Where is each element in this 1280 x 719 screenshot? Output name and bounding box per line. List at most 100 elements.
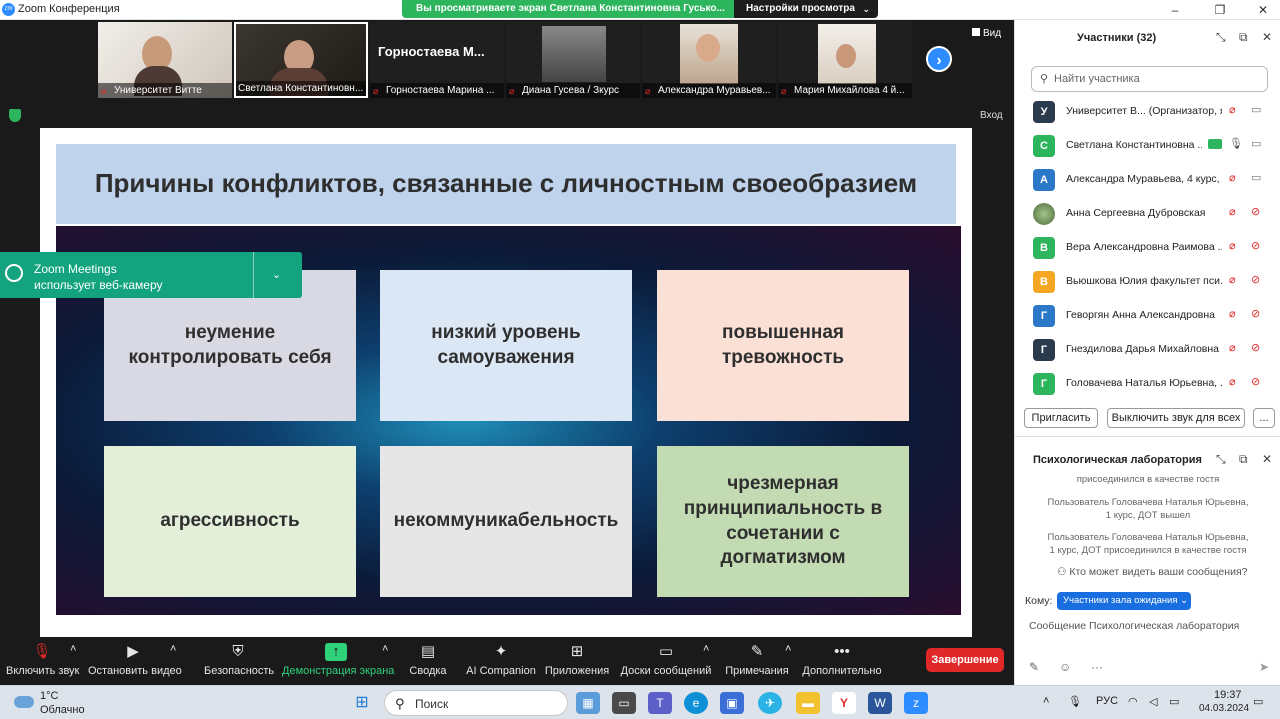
chevron-up-icon[interactable]: ˄	[703, 643, 709, 655]
file-explorer-icon[interactable]: ▬	[796, 692, 820, 714]
encryption-shield-icon[interactable]	[9, 109, 21, 122]
view-button[interactable]: Вид	[972, 28, 1001, 39]
next-page-arrow-icon[interactable]: ›	[926, 46, 952, 72]
video-tile[interactable]: Университет Витте ⌀	[98, 22, 232, 98]
view-settings-dropdown[interactable]: Настройки просмотра ⌄	[734, 0, 878, 18]
word-icon[interactable]: W	[868, 692, 892, 714]
participant-row[interactable]: У Университет В... (Организатор, я) ⌀ ▭	[1015, 94, 1280, 128]
video-off-icon[interactable]: ⊘	[1251, 375, 1260, 388]
security-button[interactable]: ⛨ Безопасность	[204, 643, 274, 677]
mic-muted-icon: ⌀	[509, 86, 515, 96]
webcam-notification[interactable]: Zoom Meetings использует веб-камеру ⌄	[0, 252, 302, 298]
mic-muted-icon[interactable]: ⌀	[1229, 273, 1236, 286]
clock-date[interactable]: 04.03.2024	[1199, 703, 1249, 714]
stop-video-button[interactable]: ▶ Остановить видео	[88, 643, 182, 677]
format-icon[interactable]: ✎	[1029, 660, 1039, 674]
ai-companion-button[interactable]: ✦ AI Companion	[466, 643, 536, 677]
wifi-icon[interactable]: ◠	[1128, 695, 1138, 708]
edge-browser-icon[interactable]: e	[684, 692, 708, 714]
widgets-app-icon[interactable]: ▦	[576, 692, 600, 714]
clock-time[interactable]: 19:37	[1214, 689, 1242, 701]
volume-icon[interactable]: ◁	[1149, 695, 1157, 708]
video-tile[interactable]: Диана Гусева / Зкурс ⌀	[506, 22, 640, 98]
participant-row[interactable]: В Вьюшкова Юлия факультет пси... ⌀ ⊘	[1015, 264, 1280, 298]
video-tile-active-speaker[interactable]: Светлана Константиновн...	[234, 22, 368, 98]
summary-button[interactable]: ▤ Сводка	[408, 643, 448, 677]
teams-icon[interactable]: T	[648, 692, 672, 714]
mic-muted-icon[interactable]: ⌀	[1229, 341, 1236, 354]
mic-muted-icon[interactable]: ⌀	[1229, 239, 1236, 252]
who-can-see-link[interactable]: ⚇ Кто может видеть ваши сообщения?	[1057, 566, 1247, 578]
notification-divider	[253, 252, 254, 298]
chevron-up-icon[interactable]: ˄	[1043, 695, 1049, 707]
video-tile[interactable]: Александра Муравьев... ⌀	[642, 22, 776, 98]
participant-row[interactable]: Г Геворгян Анна Александровна ⌀ ⊘	[1015, 298, 1280, 332]
enter-button[interactable]: Вход	[980, 110, 1003, 121]
restore-icon[interactable]: ❐	[1210, 2, 1230, 18]
chevron-down-icon[interactable]: ⌄	[272, 268, 281, 281]
end-meeting-button[interactable]: Завершение	[926, 648, 1004, 672]
participant-row[interactable]: В Вера Александровна Раимова ... ⌀ ⊘	[1015, 230, 1280, 264]
taskbar-search-box[interactable]: ⚲ Поиск	[384, 690, 568, 716]
unmute-button[interactable]: 🎙 Включить звук	[6, 643, 79, 677]
mic-muted-icon[interactable]: ⌀	[1229, 103, 1236, 116]
video-off-icon[interactable]: ⊘	[1251, 341, 1260, 354]
more-icon[interactable]: ···	[1091, 660, 1103, 674]
video-off-icon[interactable]: ⊘	[1251, 239, 1260, 252]
mic-muted-icon[interactable]: ⌀	[1229, 375, 1236, 388]
chevron-up-icon[interactable]: ˄	[382, 643, 388, 655]
video-tile[interactable]: Мария Михайлова 4 й... ⌀	[778, 22, 912, 98]
chevron-up-icon[interactable]: ˄	[785, 643, 791, 655]
popout-icon[interactable]: ⧉	[1239, 30, 1248, 45]
participant-row[interactable]: А Александра Муравьева, 4 курс, ... ⌀ ▭	[1015, 162, 1280, 196]
minimize-icon[interactable]: –	[1165, 2, 1185, 18]
mute-all-button[interactable]: Выключить звук для всех	[1107, 408, 1245, 428]
task-view-icon[interactable]: ▭	[612, 692, 636, 714]
participant-row[interactable]: С Светлана Константиновна ... 🎙 ▭	[1015, 128, 1280, 162]
video-off-icon[interactable]: ⊘	[1251, 273, 1260, 286]
video-off-icon[interactable]: ⊘	[1251, 205, 1260, 218]
notes-button[interactable]: ✎ Примечания	[724, 643, 790, 677]
participant-row[interactable]: Г Гнездилова Дарья Михайловна ⌀ ⊘	[1015, 332, 1280, 366]
send-icon[interactable]: ➤	[1259, 660, 1269, 674]
more-button[interactable]: ••• Дополнительно	[802, 643, 882, 677]
tile-name: Горностаева Марина ...	[370, 83, 504, 98]
close-icon[interactable]: ✕	[1262, 30, 1272, 44]
chat-message-input[interactable]: Сообщение Психологическая лаборатория	[1029, 620, 1239, 632]
zoom-app-icon[interactable]: z	[904, 692, 928, 714]
share-screen-button[interactable]: ↑ Демонстрация экрана	[282, 643, 394, 677]
yandex-browser-icon[interactable]: Y	[832, 692, 856, 714]
close-icon[interactable]: ✕	[1262, 452, 1272, 466]
collapse-icon[interactable]: ⤡	[1216, 452, 1226, 467]
participant-row[interactable]: Г Головачева Наталья Юрьевна, ... ⌀ ⊘	[1015, 366, 1280, 400]
invite-button[interactable]: Пригласить	[1024, 408, 1098, 428]
collapse-icon[interactable]: ⤡	[1216, 30, 1226, 45]
video-icon[interactable]: ▭	[1251, 137, 1261, 150]
close-window-icon[interactable]: ✕	[1253, 2, 1273, 18]
apps-button[interactable]: ⊞ Приложения	[544, 643, 610, 677]
participant-row[interactable]: Анна Сергеевна Дубровская ⌀ ⊘	[1015, 196, 1280, 230]
video-icon[interactable]: ▭	[1251, 171, 1261, 184]
video-off-icon[interactable]: ⊘	[1251, 307, 1260, 320]
telegram-icon[interactable]: ✈	[758, 692, 782, 714]
windows-start-icon[interactable]: ⊞	[350, 692, 374, 714]
language-indicator[interactable]: РУС	[1096, 695, 1118, 707]
participant-search-field[interactable]: ⚲ Найти участника	[1031, 66, 1268, 92]
video-icon[interactable]: ▭	[1251, 103, 1261, 116]
emoji-icon[interactable]: ☺	[1059, 660, 1071, 674]
mic-muted-icon[interactable]: ⌀	[1229, 205, 1236, 218]
mic-muted-icon[interactable]: ⌀	[1229, 307, 1236, 320]
popout-icon[interactable]: ⧉	[1239, 452, 1248, 467]
video-tile[interactable]: Горностаева М... Горностаева Марина ... …	[370, 22, 504, 98]
mic-icon[interactable]: 🎙	[1068, 695, 1082, 708]
recipient-select[interactable]: Участники зала ожидания ⌄	[1057, 592, 1191, 610]
chevron-up-icon[interactable]: ˄	[170, 643, 176, 655]
mic-muted-icon[interactable]: ⌀	[1229, 171, 1236, 184]
chevron-up-icon[interactable]: ˄	[70, 643, 76, 655]
whiteboards-button[interactable]: ▭ Доски сообщений	[620, 643, 712, 677]
more-options-button[interactable]: ...	[1253, 408, 1275, 428]
mic-icon[interactable]: 🎙	[1229, 137, 1243, 150]
notifications-icon[interactable]: ▭	[1253, 695, 1263, 708]
store-icon[interactable]: ▣	[720, 692, 744, 714]
battery-icon[interactable]: ▭	[1169, 695, 1179, 708]
